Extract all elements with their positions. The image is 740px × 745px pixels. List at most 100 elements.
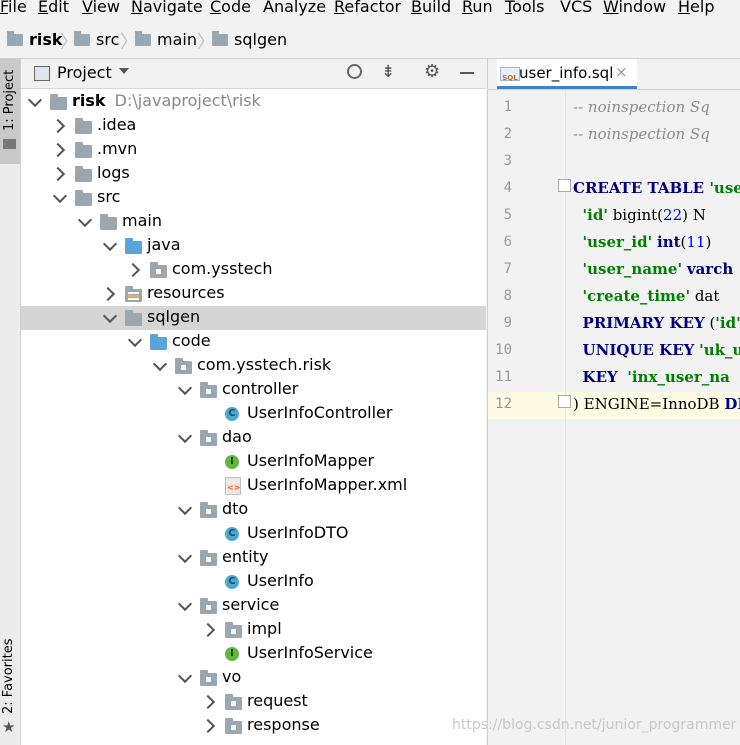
chevron-down-icon[interactable] [27, 92, 43, 108]
gear-icon[interactable]: ⚙ [424, 61, 440, 82]
tree-node-response[interactable]: response [21, 714, 486, 738]
code-line: CREATE TABLE 'user_ [573, 179, 740, 197]
favorites-tool-label: 2: Favorites [1, 638, 16, 714]
menu-navigate[interactable]: Navigate [131, 0, 203, 16]
favorites-tool-button[interactable]: 2: Favorites ★ [0, 638, 20, 740]
project-tool-button[interactable]: 1: Project [0, 59, 20, 164]
chevron-right-icon[interactable] [200, 622, 216, 638]
tree-node-dao[interactable]: dao [21, 426, 486, 450]
dropdown-arrow-icon[interactable] [119, 68, 129, 74]
chevron-down-icon[interactable] [127, 332, 143, 348]
tree-node-label: com.ysstech [172, 259, 273, 278]
locate-icon[interactable] [347, 64, 362, 79]
tree-node-resources[interactable]: resources [21, 282, 486, 306]
tree-node-userinfo[interactable]: C UserInfo [21, 570, 486, 594]
tree-node-userinfomapper-xml[interactable]: UserInfoMapper.xml [21, 474, 486, 498]
fold-marker-icon[interactable] [558, 179, 571, 192]
tree-node-label: main [122, 211, 162, 230]
chevron-down-icon[interactable] [177, 500, 193, 516]
chevron-right-icon[interactable] [50, 166, 66, 182]
chevron-down-icon[interactable] [77, 212, 93, 228]
tree-node-sqlgen[interactable]: sqlgen [21, 306, 486, 330]
menu-tools[interactable]: Tools [505, 0, 544, 16]
tree-node-userinfocontroller[interactable]: C UserInfoController [21, 402, 486, 426]
chevron-right-icon[interactable] [125, 262, 141, 278]
menu-run[interactable]: Run [462, 0, 493, 16]
code-editor[interactable]: -- noinspection Sq -- noinspection Sq CREA… [565, 90, 740, 745]
folder-icon [7, 30, 23, 46]
menu-code[interactable]: Code [210, 0, 251, 16]
chevron-down-icon[interactable] [52, 188, 68, 204]
project-tree: risk D:\javaproject\risk .idea .mvn logs src… [21, 89, 486, 745]
chevron-right-icon[interactable] [50, 142, 66, 158]
menu-analyze[interactable]: Analyze [263, 0, 326, 16]
menu-window[interactable]: Window [603, 0, 666, 16]
package-icon [225, 718, 242, 734]
tree-node-service[interactable]: service [21, 594, 486, 618]
tree-node-com-ysstech[interactable]: com.ysstech [21, 258, 486, 282]
tree-node-impl[interactable]: impl [21, 618, 486, 642]
source-folder-icon [150, 334, 167, 350]
chevron-down-icon[interactable] [177, 596, 193, 612]
chevron-down-icon[interactable] [102, 236, 118, 252]
chevron-down-icon[interactable] [177, 428, 193, 444]
tree-node-vo[interactable]: vo [21, 666, 486, 690]
folder-icon [75, 142, 92, 158]
line-number: 7 [503, 261, 512, 277]
tree-node-mvn[interactable]: .mvn [21, 138, 486, 162]
menu-vcs[interactable]: VCS [560, 0, 592, 16]
tree-node-src[interactable]: src [21, 186, 486, 210]
breadcrumb-item-main[interactable]: main [135, 30, 197, 49]
tree-node-java[interactable]: java [21, 234, 486, 258]
menu-file[interactable]: File [0, 0, 27, 16]
interface-icon: I [225, 647, 239, 661]
tree-node-entity[interactable]: entity [21, 546, 486, 570]
project-panel-title[interactable]: Project [57, 63, 112, 82]
tree-node-label: code [172, 331, 211, 350]
hide-icon[interactable] [460, 72, 474, 74]
fold-marker-icon[interactable] [558, 395, 571, 408]
tree-node-request[interactable]: request [21, 690, 486, 714]
tree-node-code[interactable]: code [21, 330, 486, 354]
menu-view[interactable]: View [82, 0, 120, 16]
breadcrumb-item-src[interactable]: src [74, 30, 119, 49]
menu-help[interactable]: Help [678, 0, 714, 16]
tree-node-userinfoservice[interactable]: I UserInfoService [21, 642, 486, 666]
menu-edit[interactable]: Edit [38, 0, 69, 16]
chevron-down-icon[interactable] [177, 380, 193, 396]
tab-user-info-sql[interactable]: SQL user_info.sql × [497, 59, 637, 89]
tree-node-label: resources [147, 283, 225, 302]
chevron-right-icon[interactable] [200, 718, 216, 734]
package-icon [200, 550, 217, 566]
breadcrumb-item-sqlgen[interactable]: sqlgen [212, 30, 287, 49]
collapse-all-icon[interactable]: ⇟ [381, 62, 395, 82]
menu-refactor[interactable]: Refactor [334, 0, 401, 16]
chevron-right-icon[interactable] [100, 286, 116, 302]
class-icon: C [225, 575, 239, 589]
chevron-down-icon[interactable] [177, 668, 193, 684]
tree-node-label: entity [222, 547, 269, 566]
folder-icon [125, 310, 142, 326]
tree-node-userinfodto[interactable]: C UserInfoDTO [21, 522, 486, 546]
menu-build[interactable]: Build [411, 0, 451, 16]
close-icon[interactable]: × [615, 63, 628, 81]
package-icon [175, 358, 192, 374]
breadcrumb-item-risk[interactable]: risk [7, 30, 63, 49]
tree-node-label: com.ysstech.risk [197, 355, 332, 374]
tree-node-idea[interactable]: .idea [21, 114, 486, 138]
tree-node-com-ysstech-risk[interactable]: com.ysstech.risk [21, 354, 486, 378]
tree-node-main[interactable]: main [21, 210, 486, 234]
folder-icon [75, 118, 92, 134]
tree-node-risk[interactable]: risk D:\javaproject\risk [21, 90, 486, 114]
chevron-down-icon[interactable] [177, 548, 193, 564]
chevron-right-icon[interactable] [200, 694, 216, 710]
chevron-right-icon[interactable] [50, 118, 66, 134]
chevron-down-icon[interactable] [102, 308, 118, 324]
project-panel-header: Project ⇟ ⚙ [21, 59, 486, 89]
tree-node-dto[interactable]: dto [21, 498, 486, 522]
tree-node-logs[interactable]: logs [21, 162, 486, 186]
code-line: -- noinspection Sq [573, 98, 710, 116]
tree-node-userinfomapper[interactable]: I UserInfoMapper [21, 450, 486, 474]
tree-node-controller[interactable]: controller [21, 378, 486, 402]
chevron-down-icon[interactable] [152, 356, 168, 372]
